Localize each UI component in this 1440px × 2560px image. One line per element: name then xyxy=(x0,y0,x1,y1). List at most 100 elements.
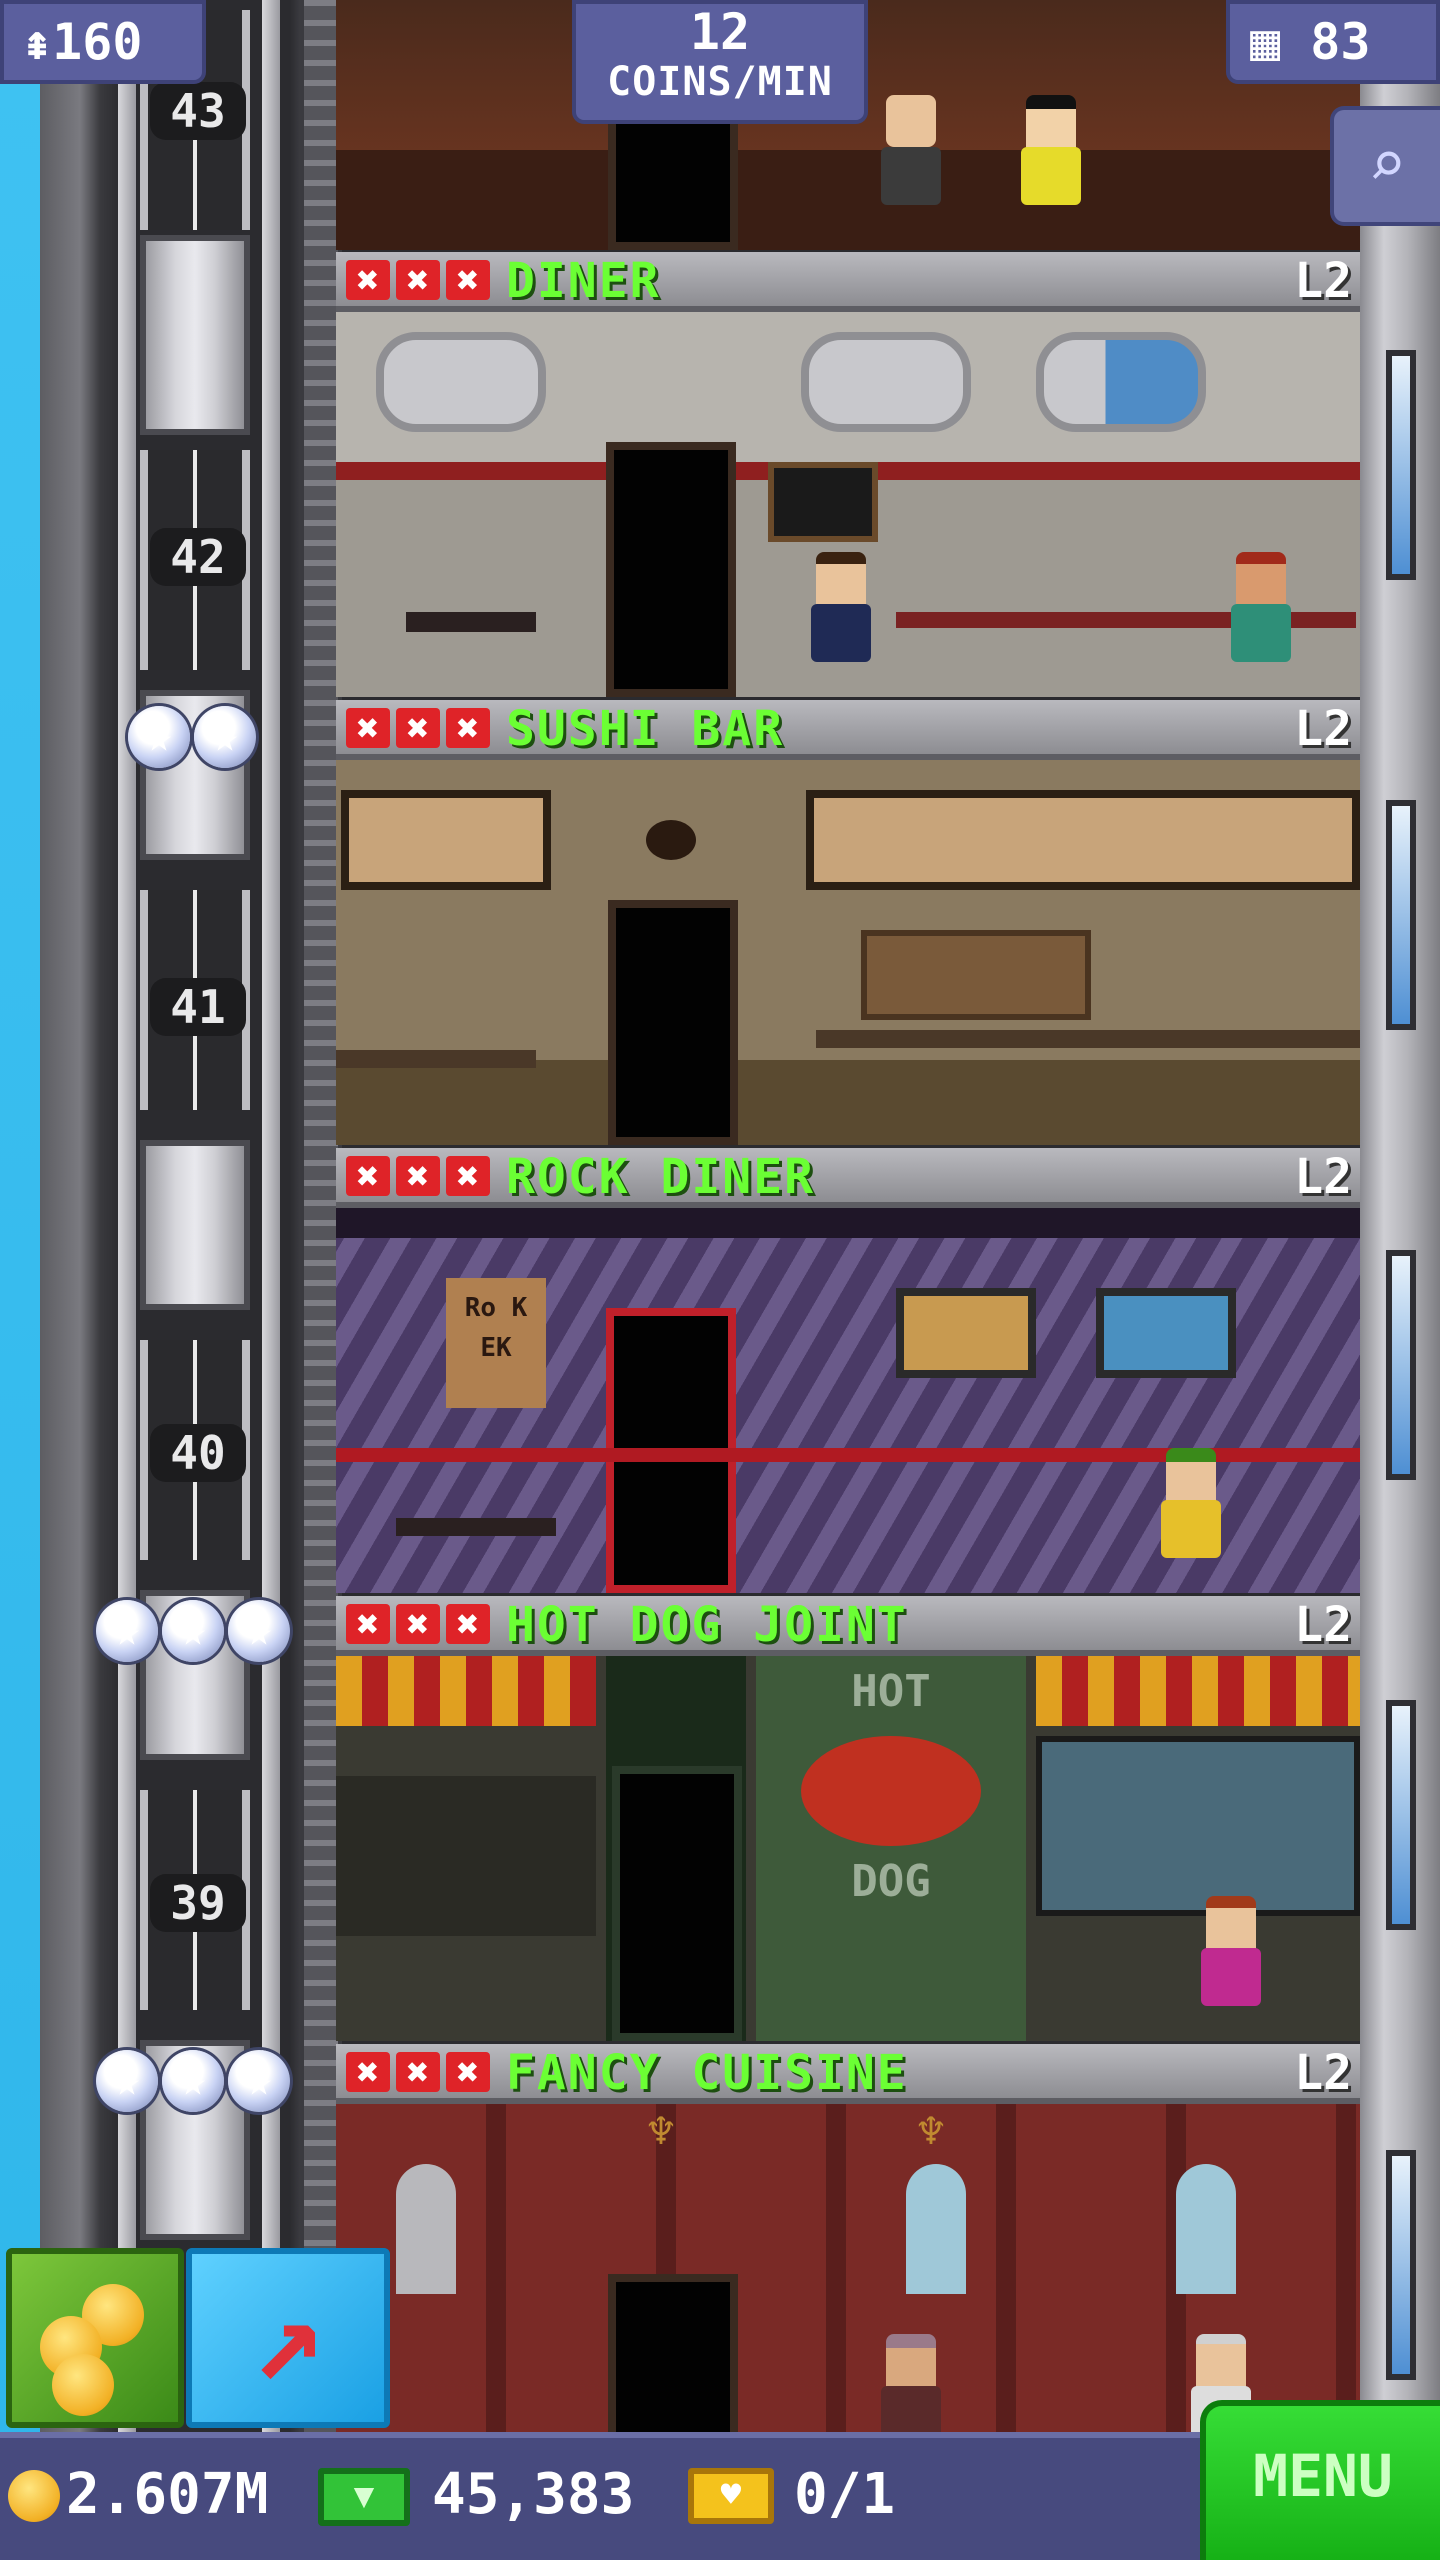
star-icon: ★ xyxy=(96,1600,158,1662)
floor-name: ROCK DINER xyxy=(506,1149,815,1205)
stock-empty-icon: ✖ xyxy=(346,2052,390,2092)
side-window xyxy=(1386,1250,1416,1480)
diner-window xyxy=(1036,332,1206,432)
room-door xyxy=(608,2274,738,2444)
floor-number-42: 42 xyxy=(150,528,246,586)
bux-icon: ▼ xyxy=(318,2468,410,2526)
star-icon: ★ xyxy=(228,2050,290,2112)
population-counter[interactable]: ⇞160 xyxy=(0,0,206,84)
sushi-counter xyxy=(816,1030,1360,1048)
population-value: 160 xyxy=(52,13,143,71)
stock-empty-icon: ✖ xyxy=(346,1156,390,1196)
floors-counter[interactable]: ▦ 83 xyxy=(1226,0,1440,84)
floor-level: L2 xyxy=(1294,1149,1352,1205)
floor-rock-diner[interactable]: ✖ ✖ ✖ ROCK DINER L2 Ro K EK xyxy=(336,1148,1360,1593)
room-door xyxy=(608,110,738,250)
hot-dog-window xyxy=(1036,1736,1360,1916)
hot-dog-room: HOT DOG xyxy=(336,1656,1360,2041)
stock-empty-icon: ✖ xyxy=(446,708,490,748)
room-door xyxy=(612,1766,742,2041)
star-icon: ★ xyxy=(162,1600,224,1662)
coins-total: 2.607M xyxy=(66,2462,269,2527)
floor-level: L2 xyxy=(1294,2045,1352,2101)
elevator-car[interactable] xyxy=(140,1140,250,1310)
star-icon: ★ xyxy=(128,706,190,768)
stock-empty-icon: ✖ xyxy=(396,1604,440,1644)
arched-window xyxy=(906,2164,966,2294)
menu-board xyxy=(768,462,878,542)
tenant-person[interactable] xyxy=(1156,1448,1226,1568)
star-icon: ★ xyxy=(194,706,256,768)
room-door xyxy=(608,900,738,1145)
stock-empty-icon: ✖ xyxy=(396,708,440,748)
sushi-room xyxy=(336,760,1360,1145)
floor-hot-dog-joint[interactable]: ✖ ✖ ✖ HOT DOG JOINT L2 HOT DOG xyxy=(336,1596,1360,2041)
stock-empty-icon: ✖ xyxy=(346,708,390,748)
floors-count-value: 83 xyxy=(1310,13,1371,71)
tenant-person[interactable] xyxy=(806,552,876,672)
hot-dog-shelf xyxy=(336,1776,596,1936)
tickets-count: 0/1 xyxy=(794,2462,896,2527)
floor-number-43: 43 xyxy=(150,82,246,140)
floor-fancy-cuisine[interactable]: ✖ ✖ ✖ FANCY CUISINE L2 ♆ ♆ xyxy=(336,2044,1360,2444)
bux-total: 45,383 xyxy=(432,2462,635,2527)
floor-diner[interactable]: ✖ ✖ ✖ DINER L2 xyxy=(336,252,1360,697)
diner-table xyxy=(406,612,536,632)
star-icon: ★ xyxy=(96,2050,158,2112)
tenant-person[interactable] xyxy=(876,2334,946,2444)
tenant-person[interactable] xyxy=(876,95,946,215)
stock-empty-icon: ✖ xyxy=(446,2052,490,2092)
magnifier-icon: ⌕ xyxy=(1367,128,1407,202)
floor-header: ✖ ✖ ✖ FANCY CUISINE L2 xyxy=(336,2044,1360,2104)
floor-header: ✖ ✖ ✖ SUSHI BAR L2 xyxy=(336,700,1360,760)
stock-empty-icon: ✖ xyxy=(346,260,390,300)
shoji-window xyxy=(806,790,1360,890)
floor-sushi-bar[interactable]: ✖ ✖ ✖ SUSHI BAR L2 xyxy=(336,700,1360,1145)
star-icon: ★ xyxy=(162,2050,224,2112)
floor-header: ✖ ✖ ✖ DINER L2 xyxy=(336,252,1360,312)
shoji-window xyxy=(341,790,551,890)
floor-header: ✖ ✖ ✖ ROCK DINER L2 xyxy=(336,1148,1360,1208)
collect-coins-button[interactable] xyxy=(6,2248,184,2428)
building-icon: ▦ xyxy=(1250,13,1281,71)
coin-icon xyxy=(52,2354,114,2416)
fancy-room: ♆ ♆ xyxy=(336,2104,1360,2444)
sign-text-hot: HOT xyxy=(851,1666,931,1717)
stock-empty-icon: ✖ xyxy=(396,2052,440,2092)
search-button[interactable]: ⌕ xyxy=(1330,106,1440,226)
stock-empty-icon: ✖ xyxy=(446,260,490,300)
tenant-person[interactable] xyxy=(1226,552,1296,672)
tenant-person[interactable] xyxy=(1016,95,1086,215)
framed-picture xyxy=(896,1288,1036,1378)
coins-per-min-unit: COINS/MIN xyxy=(607,59,833,105)
side-window xyxy=(1386,1700,1416,1930)
rock-ceiling xyxy=(336,1208,1360,1238)
room-floor xyxy=(336,150,1360,250)
tenant-person[interactable] xyxy=(1196,1896,1266,2016)
floor-name: DINER xyxy=(506,253,661,309)
sign-text-dog: DOG xyxy=(851,1856,931,1907)
arched-window xyxy=(1176,2164,1236,2294)
rock-table xyxy=(396,1518,556,1536)
coins-per-min-value: 12 xyxy=(689,3,751,61)
star-icon: ★ xyxy=(228,1600,290,1662)
build-floor-button[interactable]: ↗ xyxy=(186,2248,390,2428)
awning xyxy=(336,1656,596,1726)
floor-level: L2 xyxy=(1294,1597,1352,1653)
sushi-shelf xyxy=(861,930,1091,1020)
floor-header: ✖ ✖ ✖ HOT DOG JOINT L2 xyxy=(336,1596,1360,1656)
hot-dog-plate xyxy=(801,1736,981,1846)
stock-empty-icon: ✖ xyxy=(396,1156,440,1196)
elevator-rail-left xyxy=(118,0,136,2560)
elevator-car[interactable] xyxy=(140,235,250,435)
stock-empty-icon: ✖ xyxy=(446,1156,490,1196)
chandelier-icon: ♆ xyxy=(647,2104,675,2158)
menu-button[interactable]: MENU xyxy=(1200,2400,1440,2560)
coins-per-minute: 12 COINS/MIN xyxy=(572,0,868,124)
stock-empty-icon: ✖ xyxy=(446,1604,490,1644)
sushi-counter xyxy=(336,1050,536,1068)
up-arrow-icon: ↗ xyxy=(251,2268,325,2407)
coin-icon xyxy=(8,2470,60,2522)
floor-number-39: 39 xyxy=(150,1874,246,1932)
floor-level: L2 xyxy=(1294,253,1352,309)
